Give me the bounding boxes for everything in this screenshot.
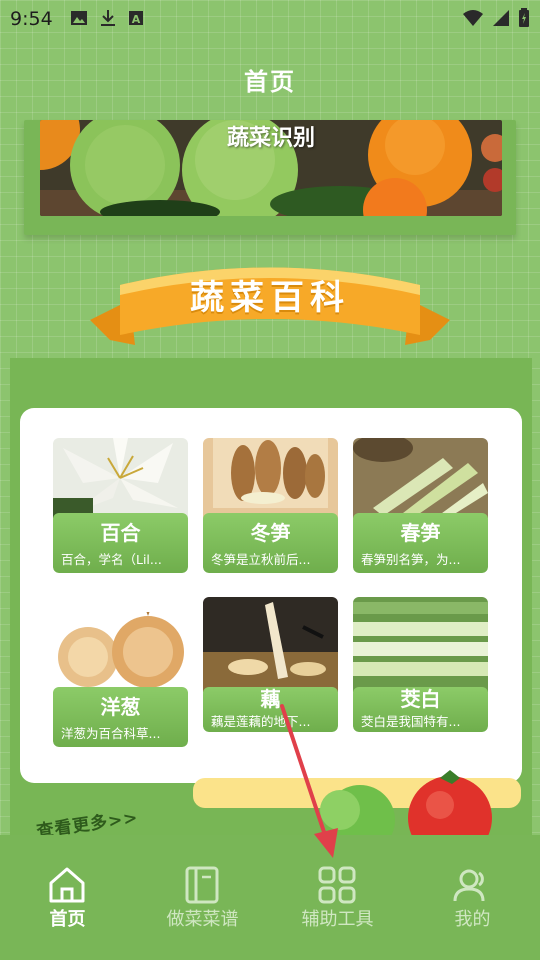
nav-label: 辅助工具 (301, 909, 374, 930)
vegetable-decoration (320, 770, 492, 840)
card-name: 春笋 (400, 521, 441, 545)
vegetable-card-spring-bamboo[interactable]: 春笋 春笋别名笋，为... (353, 438, 488, 573)
nav-item-home[interactable]: 首页 (0, 835, 135, 960)
lily-image (53, 438, 188, 518)
card-name: 茭白 (400, 687, 441, 711)
status-bar: 9:54 A (0, 0, 540, 36)
card-description: 洋葱为百合科草... (61, 726, 161, 741)
nav-item-recipes[interactable]: 做菜菜谱 (135, 835, 270, 960)
nav-item-tools[interactable]: 辅助工具 (270, 835, 405, 960)
signal-icon (493, 10, 509, 26)
home-icon (49, 867, 85, 903)
lotus-root-image (203, 597, 338, 692)
vegetable-recognition-banner[interactable]: 蔬菜识别 (40, 120, 502, 216)
bottom-nav: 首页 做菜菜谱 辅助工具 我的 (0, 835, 540, 960)
nav-label: 首页 (49, 909, 86, 930)
onion-image (53, 612, 188, 692)
wifi-icon (463, 10, 483, 26)
status-time: 9:54 (10, 8, 53, 30)
download-icon (101, 10, 115, 26)
vegetable-card-winter-bamboo[interactable]: 冬笋 冬笋是立秋前后... (203, 438, 338, 573)
page-title: 首页 (244, 68, 296, 96)
card-description: 冬笋是立秋前后... (211, 552, 311, 567)
spring-bamboo-image (353, 438, 488, 518)
vegetable-card-water-bamboo[interactable]: 茭白 茭白是我国特有... (353, 597, 488, 732)
card-name: 冬笋 (250, 521, 291, 545)
section-title: 蔬菜百科 (190, 278, 350, 318)
battery-icon (519, 8, 529, 27)
card-name: 百合 (100, 521, 141, 545)
a-box-icon: A (129, 11, 143, 26)
vegetable-card-onion[interactable]: 洋葱 洋葱为百合科草... (53, 612, 188, 747)
nav-label: 做菜菜谱 (166, 909, 239, 930)
winter-bamboo-image (203, 438, 338, 518)
vegetable-card-lotus-root[interactable]: 藕 藕是莲藕的地下... (203, 597, 338, 732)
grid-tools-icon (318, 866, 356, 904)
recipe-book-icon (185, 866, 219, 904)
profile-icon (453, 869, 485, 902)
svg-text:A: A (132, 13, 141, 26)
image-icon (71, 11, 87, 25)
card-description: 春笋别名笋，为... (361, 552, 461, 567)
banner-title: 蔬菜识别 (226, 126, 315, 151)
card-description: 百合，学名（Lil... (61, 552, 162, 567)
card-name: 藕 (260, 687, 281, 711)
nav-item-profile[interactable]: 我的 (405, 835, 540, 960)
card-description: 茭白是我国特有... (361, 714, 461, 729)
card-name: 洋葱 (100, 695, 141, 719)
nav-label: 我的 (454, 909, 491, 930)
card-description: 藕是莲藕的地下... (211, 714, 311, 729)
water-bamboo-image (353, 597, 488, 692)
vegetable-card-lily[interactable]: 百合 百合，学名（Lil... (53, 438, 188, 573)
